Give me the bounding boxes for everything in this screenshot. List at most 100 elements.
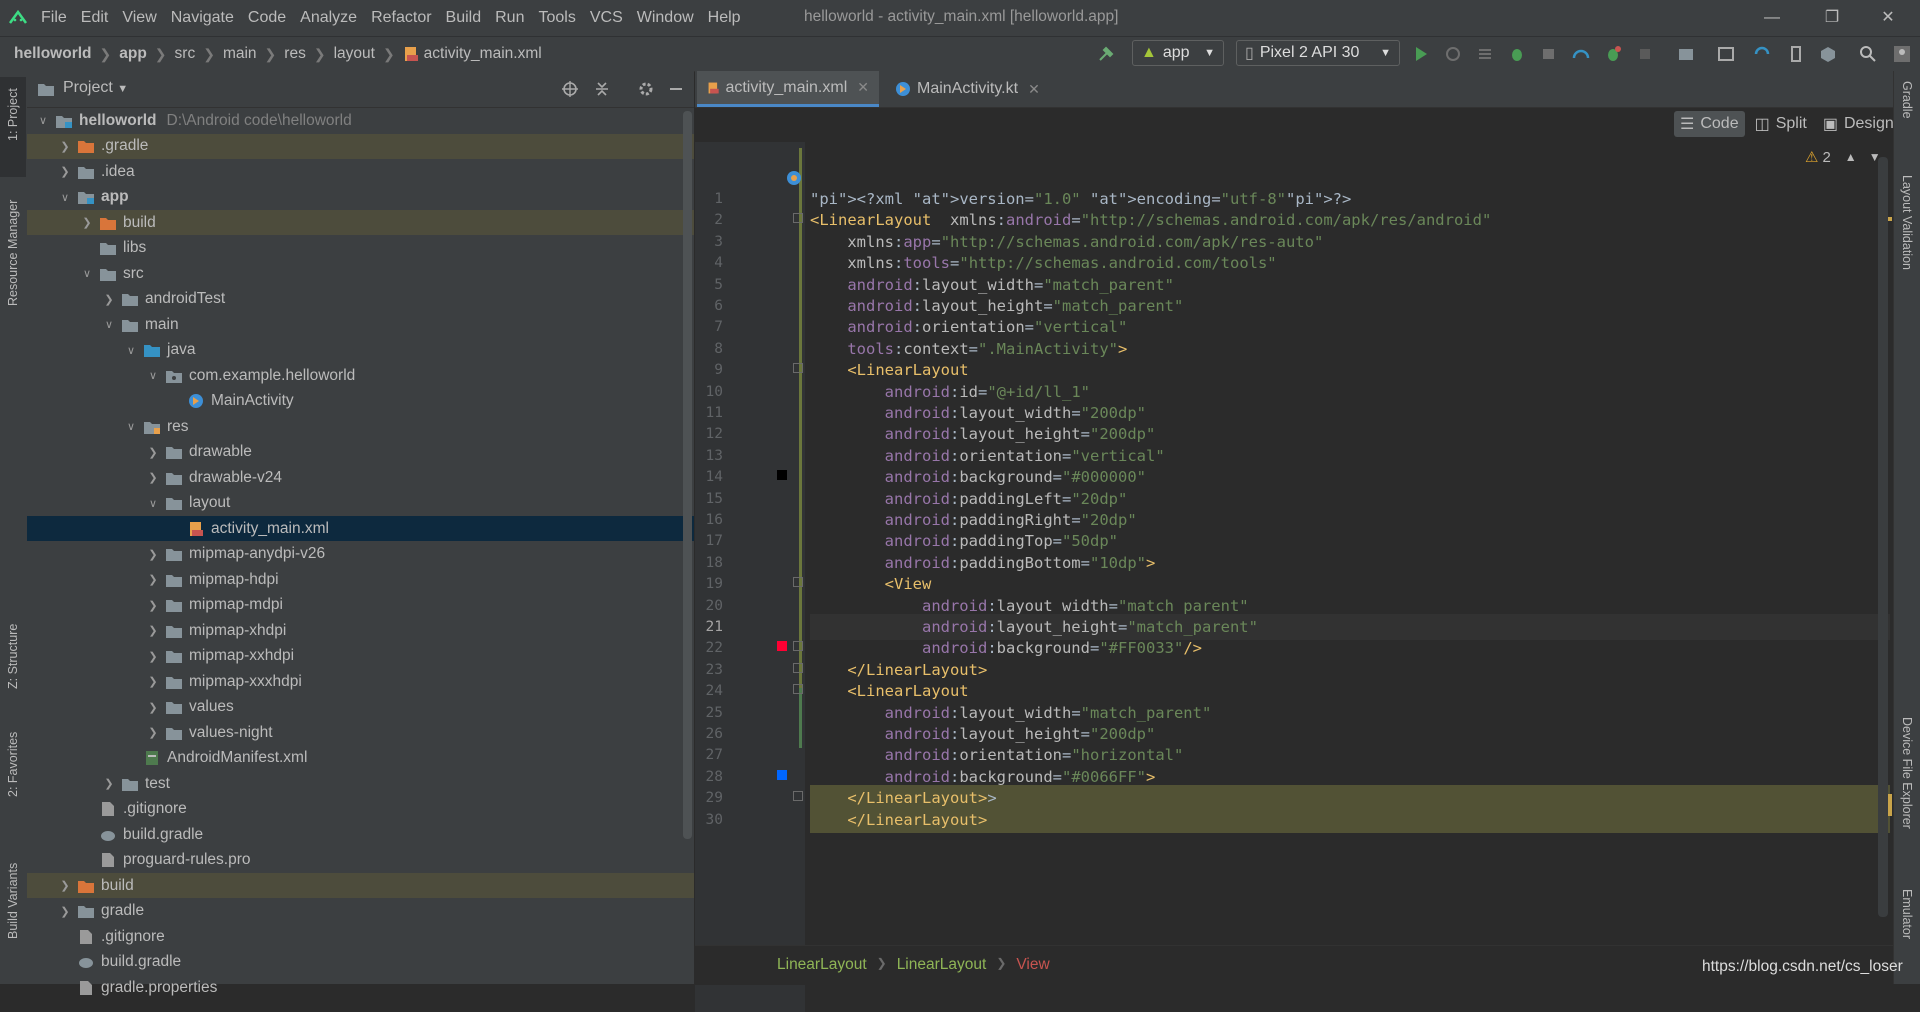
tree-item[interactable]: ∨ helloworld D:\Android code\helloworld <box>27 108 694 133</box>
menu-help[interactable]: Help <box>701 9 748 27</box>
debug-icon[interactable] <box>1507 44 1527 64</box>
tree-item[interactable]: ❯ mipmap-xxxhdpi <box>27 669 694 694</box>
fold-icon[interactable] <box>793 662 803 673</box>
chevron-right-icon[interactable]: ❯ <box>101 293 117 306</box>
tree-item[interactable]: ❯ drawable-v24 <box>27 465 694 490</box>
chevron-right-icon[interactable]: ❯ <box>57 165 73 178</box>
tree-item[interactable]: ❯ .gradle <box>27 133 694 159</box>
attach-debugger-icon[interactable] <box>1539 44 1559 64</box>
view-mode-code[interactable]: ☰ Code <box>1674 111 1745 137</box>
menu-refactor[interactable]: Refactor <box>364 9 438 27</box>
tree-item[interactable]: ❯ androidTest <box>27 287 694 312</box>
chevron-down-icon[interactable]: ∨ <box>35 114 51 127</box>
tree-item[interactable]: .gitignore <box>27 924 694 949</box>
view-mode-design[interactable]: ▣ Design <box>1817 111 1900 137</box>
tree-item[interactable]: ∨ java <box>27 338 694 363</box>
sdk-manager-icon[interactable] <box>1818 44 1838 64</box>
tree-item[interactable]: ∨ com.example.helloworld <box>27 363 694 388</box>
run-config-dropdown[interactable]: ▲ app ▼ <box>1132 40 1224 66</box>
tool-tab-favorites[interactable]: 2: Favorites <box>6 732 20 797</box>
tree-item[interactable]: ❯ values <box>27 695 694 720</box>
tree-item[interactable]: ∨ src <box>27 261 694 286</box>
close-icon[interactable]: ✕ <box>1868 6 1908 30</box>
inspection-widget[interactable]: ⚠ 2 ▲ ▼ <box>1805 148 1881 167</box>
tree-item[interactable]: build.gradle <box>27 822 694 847</box>
tree-item[interactable]: gradle.properties <box>27 975 694 1000</box>
restore-icon[interactable]: ❐ <box>1812 6 1852 30</box>
activity-context-icon[interactable] <box>786 170 802 186</box>
fold-icon[interactable] <box>793 684 803 695</box>
tree-item[interactable]: activity_main.xml <box>27 516 694 541</box>
chevron-right-icon[interactable]: ❯ <box>145 726 161 739</box>
chevron-down-icon[interactable]: ∨ <box>57 191 73 204</box>
menu-analyze[interactable]: Analyze <box>293 9 364 27</box>
close-icon[interactable]: ✕ <box>1028 81 1040 98</box>
chevron-right-icon[interactable]: ❯ <box>145 599 161 612</box>
tool-tab-layout-validation[interactable]: Layout Validation <box>1900 175 1914 270</box>
breadcrumb-item[interactable]: layout <box>334 45 375 63</box>
chevron-right-icon[interactable]: ❯ <box>145 701 161 714</box>
fold-icon[interactable] <box>793 641 803 652</box>
tool-tab-structure[interactable]: Z: Structure <box>6 624 20 689</box>
attach-process-icon[interactable] <box>1603 44 1623 64</box>
project-scrollbar[interactable] <box>683 111 692 839</box>
chevron-right-icon[interactable]: ❯ <box>145 675 161 688</box>
tree-item[interactable]: ❯ values-night <box>27 720 694 745</box>
chevron-right-icon[interactable]: ❯ <box>145 446 161 459</box>
menu-edit[interactable]: Edit <box>74 9 116 27</box>
breadcrumb-item[interactable]: activity_main.xml <box>424 45 542 63</box>
tree-item[interactable]: AndroidManifest.xml <box>27 746 694 771</box>
menu-code[interactable]: Code <box>241 9 293 27</box>
breadcrumb-item[interactable]: helloworld <box>14 45 92 63</box>
chevron-down-icon[interactable]: ∨ <box>123 344 139 357</box>
color-swatch-icon[interactable] <box>777 769 787 780</box>
gear-icon[interactable] <box>637 80 655 98</box>
search-icon[interactable] <box>1858 44 1878 64</box>
profiler-icon[interactable] <box>1571 44 1591 64</box>
tool-tab-resource-manager[interactable]: Resource Manager <box>6 200 20 306</box>
tab-mainactivity-kt[interactable]: MainActivity.kt ✕ <box>885 71 1071 107</box>
tree-item[interactable]: .gitignore <box>27 797 694 822</box>
tab-activity-main-xml[interactable]: activity_main.xml ✕ <box>697 71 879 107</box>
chevron-right-icon[interactable]: ❯ <box>57 879 73 892</box>
menu-window[interactable]: Window <box>630 9 701 27</box>
apply-code-changes-icon[interactable] <box>1475 44 1495 64</box>
tool-tab-build-variants[interactable]: Build Variants <box>6 863 20 939</box>
chevron-right-icon[interactable]: ❯ <box>145 650 161 663</box>
breadcrumb-item[interactable]: res <box>284 45 306 63</box>
chevron-right-icon[interactable]: ❯ <box>101 777 117 790</box>
menu-file[interactable]: File <box>34 9 74 27</box>
tree-item[interactable]: ∨ main <box>27 312 694 337</box>
tool-tab-project[interactable]: 1: Project <box>6 88 20 141</box>
project-structure-icon[interactable] <box>1676 44 1696 64</box>
tree-item[interactable]: ❯ .idea <box>27 159 694 184</box>
tree-item[interactable]: ❯ mipmap-mdpi <box>27 593 694 618</box>
tree-item[interactable]: proguard-rules.pro <box>27 848 694 873</box>
tree-item[interactable]: ❯ drawable <box>27 440 694 465</box>
tool-tab-emulator[interactable]: Emulator <box>1900 889 1914 939</box>
chevron-right-icon[interactable]: ❯ <box>57 905 73 918</box>
tree-item[interactable]: ❯ build <box>27 873 694 898</box>
chevron-down-icon[interactable]: ∨ <box>79 267 95 280</box>
editor-scrollbar[interactable] <box>1878 157 1888 917</box>
close-icon[interactable]: ✕ <box>857 79 869 96</box>
fold-icon[interactable] <box>793 577 803 588</box>
breadcrumb-item[interactable]: app <box>119 45 147 63</box>
tree-item[interactable]: build.gradle <box>27 950 694 975</box>
chevron-down-icon[interactable]: ∨ <box>123 420 139 433</box>
tree-item[interactable]: libs <box>27 236 694 261</box>
menu-tools[interactable]: Tools <box>531 9 582 27</box>
fold-icon[interactable] <box>793 363 803 374</box>
breadcrumb-item[interactable]: src <box>175 45 196 63</box>
hammer-build-icon[interactable] <box>1096 44 1116 64</box>
device-dropdown[interactable]: ▯ Pixel 2 API 30 ▼ <box>1236 40 1400 66</box>
tree-item[interactable]: ❯ mipmap-hdpi <box>27 567 694 592</box>
tree-item[interactable]: ∨ app <box>27 185 694 210</box>
code-line[interactable]: </LinearLayout> <box>810 806 1890 833</box>
xml-breadcrumb-item[interactable]: LinearLayout <box>777 956 867 974</box>
tree-item[interactable]: ❯ mipmap-xxhdpi <box>27 644 694 669</box>
chevron-right-icon[interactable]: ❯ <box>145 624 161 637</box>
chevron-right-icon[interactable]: ❯ <box>57 140 73 153</box>
run-icon[interactable] <box>1411 44 1431 64</box>
stop-icon[interactable] <box>1635 44 1655 64</box>
